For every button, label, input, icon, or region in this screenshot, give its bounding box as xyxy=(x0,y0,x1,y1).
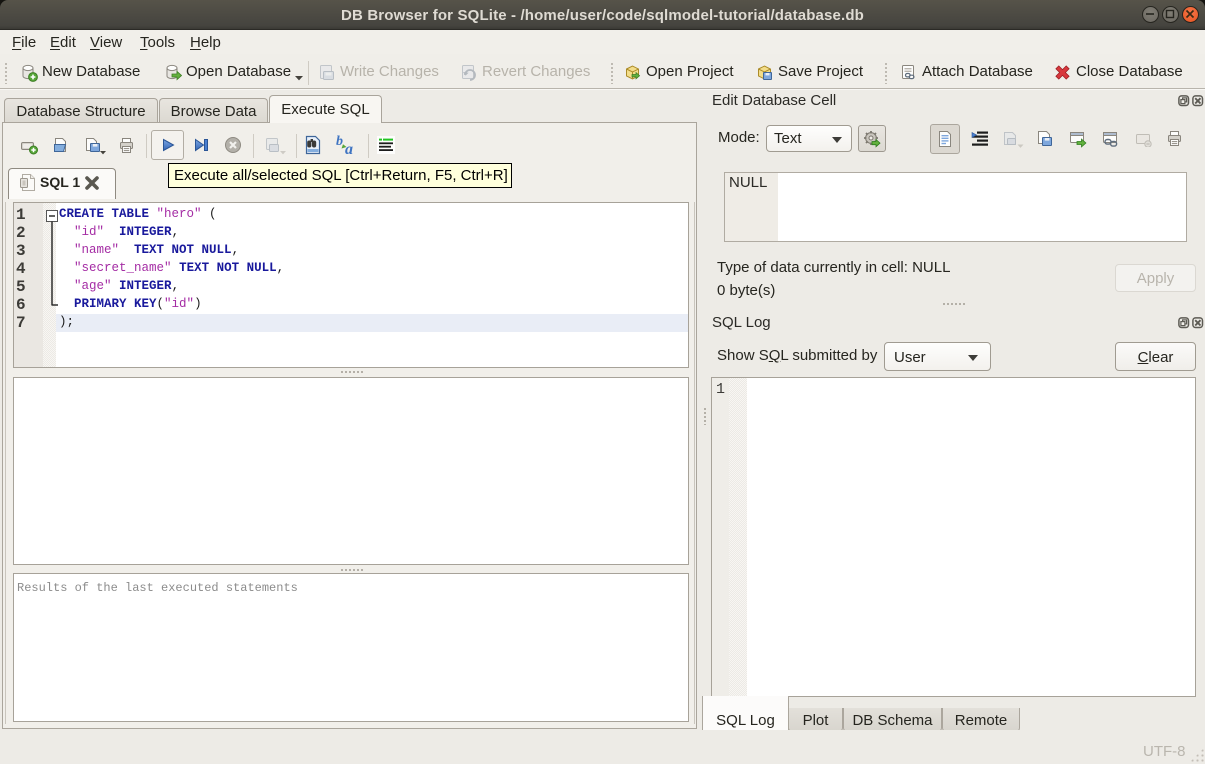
svg-text:b: b xyxy=(336,134,343,149)
svg-text:a: a xyxy=(345,141,353,157)
